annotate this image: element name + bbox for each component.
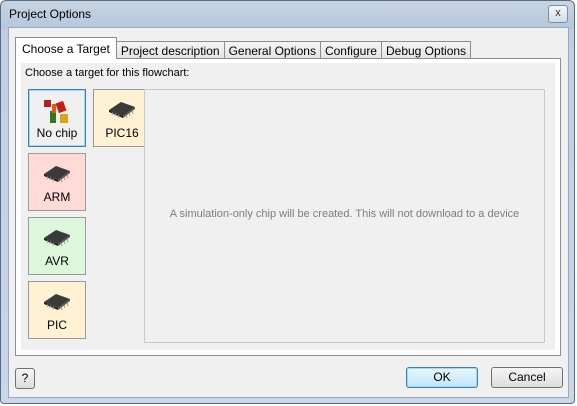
close-icon: x [555,7,561,19]
chip-label: PIC [46,318,67,332]
chip-no-chip[interactable]: No chip [28,89,86,147]
chip-icon [40,226,74,251]
target-prompt: Choose a target for this flowchart: [25,67,190,79]
chip-icon [40,290,74,315]
dialog-client: Choose a Target Project description Gene… [8,27,569,398]
chip-label: PIC16 [105,126,139,140]
chip-arm[interactable]: ARM [28,153,86,211]
tab-choose-a-target[interactable]: Choose a Target [15,37,117,59]
tab-strip: Choose a Target Project description Gene… [15,37,472,59]
project-options-window: Project Options x Choose a Target Projec… [0,0,575,404]
window-title: Project Options [9,7,92,21]
title-bar[interactable]: Project Options x [1,1,574,27]
tab-panel: Choose a target for this flowchart: No c… [15,58,561,356]
chip-description-panel: A simulation-only chip will be created. … [144,89,545,343]
chip-icon [105,98,139,123]
tab-general-options[interactable]: General Options [223,41,321,59]
chip-avr[interactable]: AVR [28,217,86,275]
chip-label: AVR [45,254,69,268]
chip-label: ARM [43,190,71,204]
tab-configure[interactable]: Configure [319,41,382,59]
help-button[interactable]: ? [15,368,35,389]
cancel-button[interactable]: Cancel [491,367,563,388]
close-button[interactable]: x [548,5,568,23]
no-chip-icon [42,98,72,127]
chip-icon [40,162,74,187]
chip-label: No chip [36,126,78,140]
chip-pic[interactable]: PIC [28,281,86,339]
ok-button[interactable]: OK [406,367,478,388]
chip-description: A simulation-only chip will be created. … [169,208,520,220]
tab-project-description[interactable]: Project description [115,41,225,59]
target-panel: Choose a target for this flowchart: No c… [21,63,555,350]
tab-debug-options[interactable]: Debug Options [380,41,472,59]
chip-pic16[interactable]: PIC16 [93,89,151,147]
